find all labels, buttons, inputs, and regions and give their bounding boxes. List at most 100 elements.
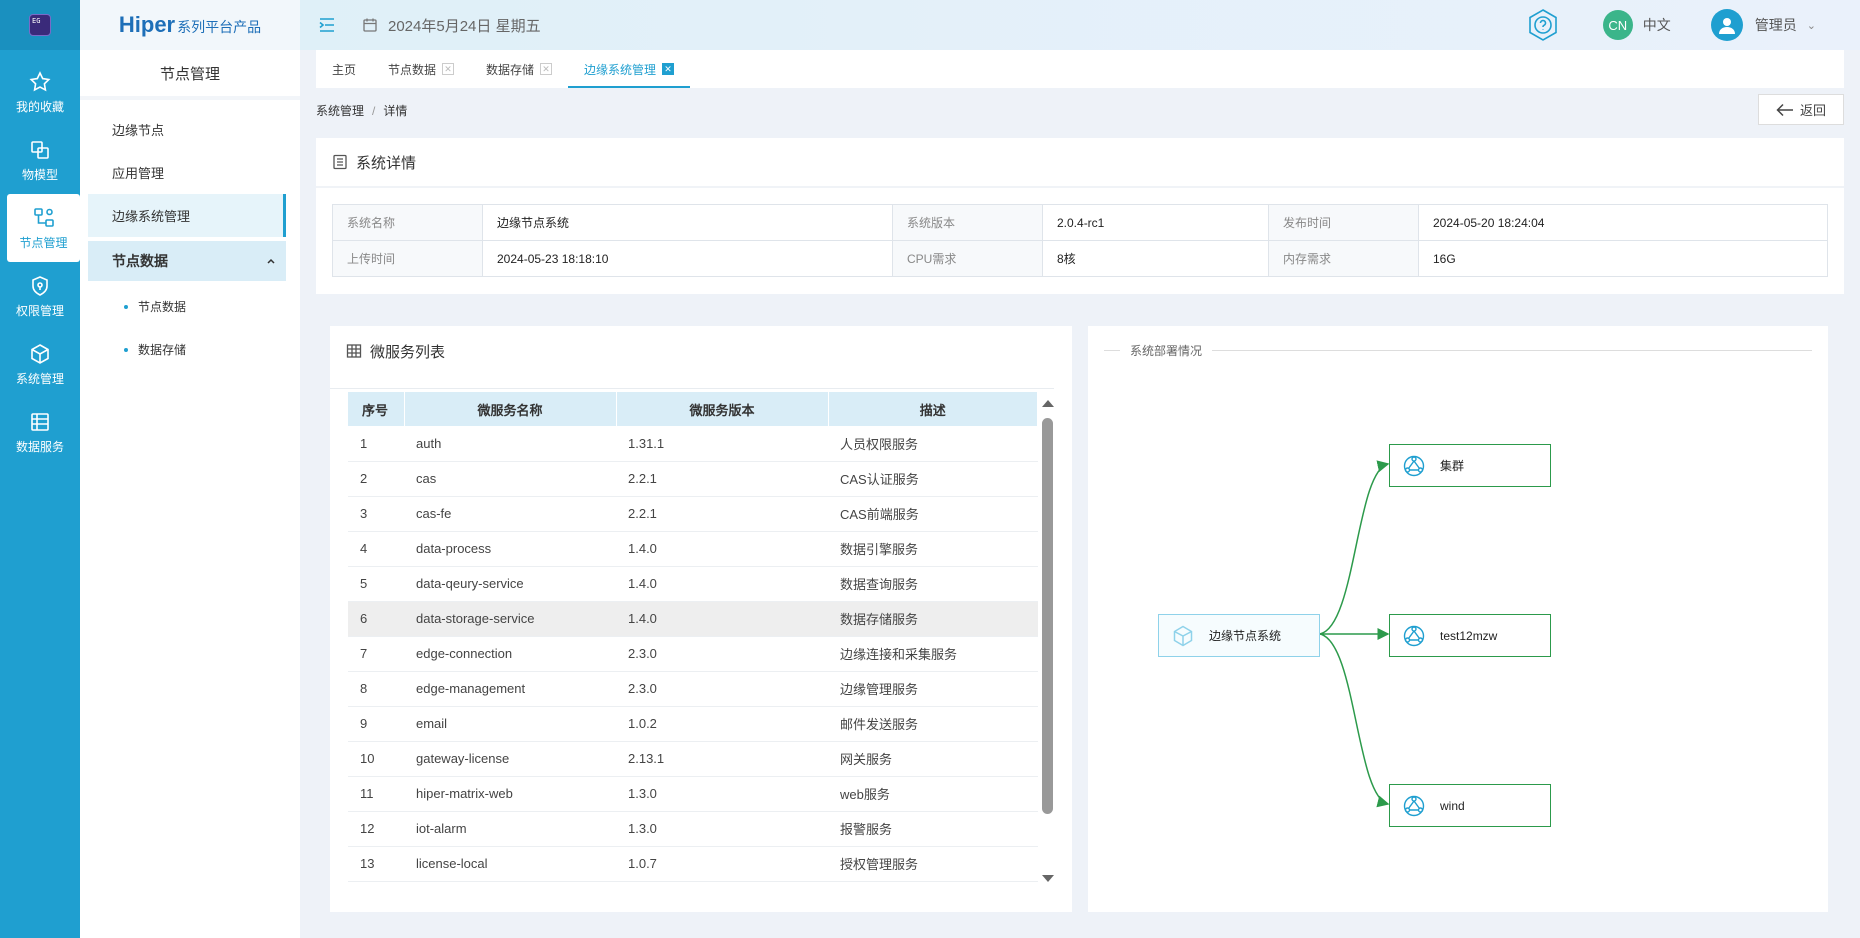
scroll-down-icon[interactable] (1042, 875, 1054, 882)
table-cell: 1.4.0 (616, 601, 828, 637)
table-icon (346, 344, 362, 358)
table-row[interactable]: 6 data-storage-service 1.4.0 数据存储服务 (348, 601, 1038, 637)
table-header-row: 序号 微服务名称 微服务版本 描述 (348, 392, 1038, 426)
table-cell: edge-management (404, 671, 616, 707)
sidebar-subitem-data-storage[interactable]: 数据存储 (80, 328, 300, 371)
sidebar-subitem-label: 数据存储 (138, 343, 187, 357)
breadcrumb-parent[interactable]: 系统管理 (316, 104, 364, 118)
table-cell: 5 (348, 566, 404, 602)
tab-data-storage[interactable]: 数据存储 ✕ (470, 50, 568, 88)
breadcrumb-current: 详情 (383, 104, 408, 118)
menu-toggle-icon[interactable] (318, 16, 336, 34)
rail-item-node[interactable]: 节点管理 (7, 194, 80, 262)
table-row[interactable]: 3 cas-fe 2.2.1 CAS前端服务 (348, 496, 1038, 532)
column-header[interactable]: 微服务名称 (404, 392, 617, 426)
detail-header: 系统详情 (316, 138, 1844, 188)
sidebar-group-node-data[interactable]: 节点数据 (88, 241, 286, 281)
rail-item-system[interactable]: 系统管理 (0, 330, 80, 398)
table-row[interactable]: 8 edge-management 2.3.0 边缘管理服务 (348, 671, 1038, 707)
column-header[interactable]: 微服务版本 (616, 392, 829, 426)
bullet-icon (124, 347, 128, 352)
tab-edge-system[interactable]: 边缘系统管理 ✕ (568, 50, 691, 88)
model-icon (31, 140, 49, 159)
tab-label: 节点数据 (388, 62, 437, 77)
divider (330, 388, 1054, 389)
nav-rail: EG 我的收藏 物模型 节点管理 权限管理 系统管理 数据服务 (0, 0, 80, 938)
shield-icon (32, 275, 48, 296)
table-row[interactable]: 7 edge-connection 2.3.0 边缘连接和采集服务 (348, 636, 1038, 672)
back-button[interactable]: 返回 (1758, 94, 1844, 125)
edge-line (1319, 633, 1390, 808)
tab-node-data[interactable]: 节点数据 ✕ (372, 50, 470, 88)
arrow-left-icon (1776, 103, 1793, 116)
user-icon (1718, 18, 1735, 34)
sidebar-subitem-node-data[interactable]: 节点数据 (80, 285, 300, 328)
rail-item-model[interactable]: 物模型 (0, 126, 80, 194)
close-icon[interactable]: ✕ (662, 63, 675, 75)
date-text: 2024年5月24日 星期五 (388, 17, 541, 35)
table-row[interactable]: 12 iot-alarm 1.3.0 报警服务 (348, 811, 1038, 847)
detail-value: 2.0.4-rc1 (1042, 204, 1269, 241)
data-icon (31, 412, 49, 431)
column-header[interactable]: 描述 (828, 392, 1038, 426)
language-badge[interactable]: CN (1602, 10, 1633, 40)
table-row[interactable]: 1 auth 1.31.1 人员权限服务 (348, 426, 1038, 462)
source-node[interactable]: 边缘节点系统 (1158, 614, 1320, 657)
column-header[interactable]: 序号 (348, 392, 405, 426)
back-label: 返回 (1799, 103, 1826, 118)
table-cell: 2.2.1 (616, 461, 828, 497)
avatar[interactable] (1710, 9, 1743, 41)
sidebar-item-edge-node[interactable]: 边缘节点 (80, 108, 300, 151)
table-row[interactable]: 13 license-local 1.0.7 授权管理服务 (348, 846, 1038, 882)
scroll-up-icon[interactable] (1042, 400, 1054, 407)
target-node[interactable]: wind (1389, 784, 1551, 827)
table-cell: email (404, 706, 616, 742)
top-header: 2024年5月24日 星期五 CN 中文 管理员 ⌄ (300, 0, 1860, 50)
target-node[interactable]: test12mzw (1389, 614, 1551, 657)
table-cell: 边缘管理服务 (828, 671, 1038, 707)
user-name[interactable]: 管理员 (1755, 15, 1797, 35)
table-cell: 1.31.1 (616, 426, 828, 462)
rail-item-label: 物模型 (21, 167, 58, 182)
cube-icon (1173, 625, 1193, 646)
detail-table: 系统名称 边缘节点系统 系统版本 2.0.4-rc1 发布时间 2024-05-… (332, 204, 1828, 277)
help-icon[interactable] (1525, 7, 1561, 43)
table-row[interactable]: 10 gateway-license 2.13.1 网关服务 (348, 741, 1038, 777)
table-row[interactable]: 5 data-qeury-service 1.4.0 数据查询服务 (348, 566, 1038, 602)
table-row[interactable]: 9 email 1.0.2 邮件发送服务 (348, 706, 1038, 742)
rail-item-permission[interactable]: 权限管理 (0, 262, 80, 330)
table-cell: 13 (348, 846, 404, 882)
tab-home[interactable]: 主页 (316, 50, 372, 88)
rail-item-data[interactable]: 数据服务 (0, 398, 80, 466)
rail-item-label: 数据服务 (15, 439, 64, 454)
table-cell: cas (404, 461, 616, 497)
scroll-thumb[interactable] (1042, 418, 1053, 814)
close-icon[interactable]: ✕ (540, 63, 553, 75)
table-cell: 9 (348, 706, 404, 742)
sidebar-item-app-management[interactable]: 应用管理 (80, 151, 300, 194)
chevron-down-icon[interactable]: ⌄ (1807, 19, 1816, 32)
table-cell: data-process (404, 531, 616, 567)
rail-item-favorites[interactable]: 我的收藏 (0, 58, 80, 126)
target-node[interactable]: 集群 (1389, 444, 1551, 487)
document-icon (333, 154, 347, 170)
app-logo[interactable]: EG (0, 0, 80, 50)
table-cell: 授权管理服务 (828, 846, 1038, 882)
table-row[interactable]: 11 hiper-matrix-web 1.3.0 web服务 (348, 776, 1038, 812)
sidebar-item-edge-system[interactable]: 边缘系统管理 (88, 194, 286, 237)
scrollbar[interactable] (1040, 392, 1056, 882)
table-cell: iot-alarm (404, 811, 616, 847)
close-icon[interactable]: ✕ (442, 63, 455, 75)
table-cell: 人员权限服务 (828, 426, 1038, 462)
microservice-title: 微服务列表 (370, 343, 446, 361)
detail-label: 系统版本 (892, 204, 1043, 241)
table-row[interactable]: 4 data-process 1.4.0 数据引擎服务 (348, 531, 1038, 567)
language-label[interactable]: 中文 (1643, 15, 1671, 35)
table-cell: data-qeury-service (404, 566, 616, 602)
table-row[interactable]: 2 cas 2.2.1 CAS认证服务 (348, 461, 1038, 497)
detail-value: 2024-05-23 18:18:10 (482, 240, 893, 277)
breadcrumb-separator: / (372, 104, 376, 118)
deployment-card: 系统部署情况 边缘节点系统 集群 test12mzw wind (1088, 326, 1828, 912)
table-cell: auth (404, 426, 616, 462)
table-cell: 1.3.0 (616, 811, 828, 847)
